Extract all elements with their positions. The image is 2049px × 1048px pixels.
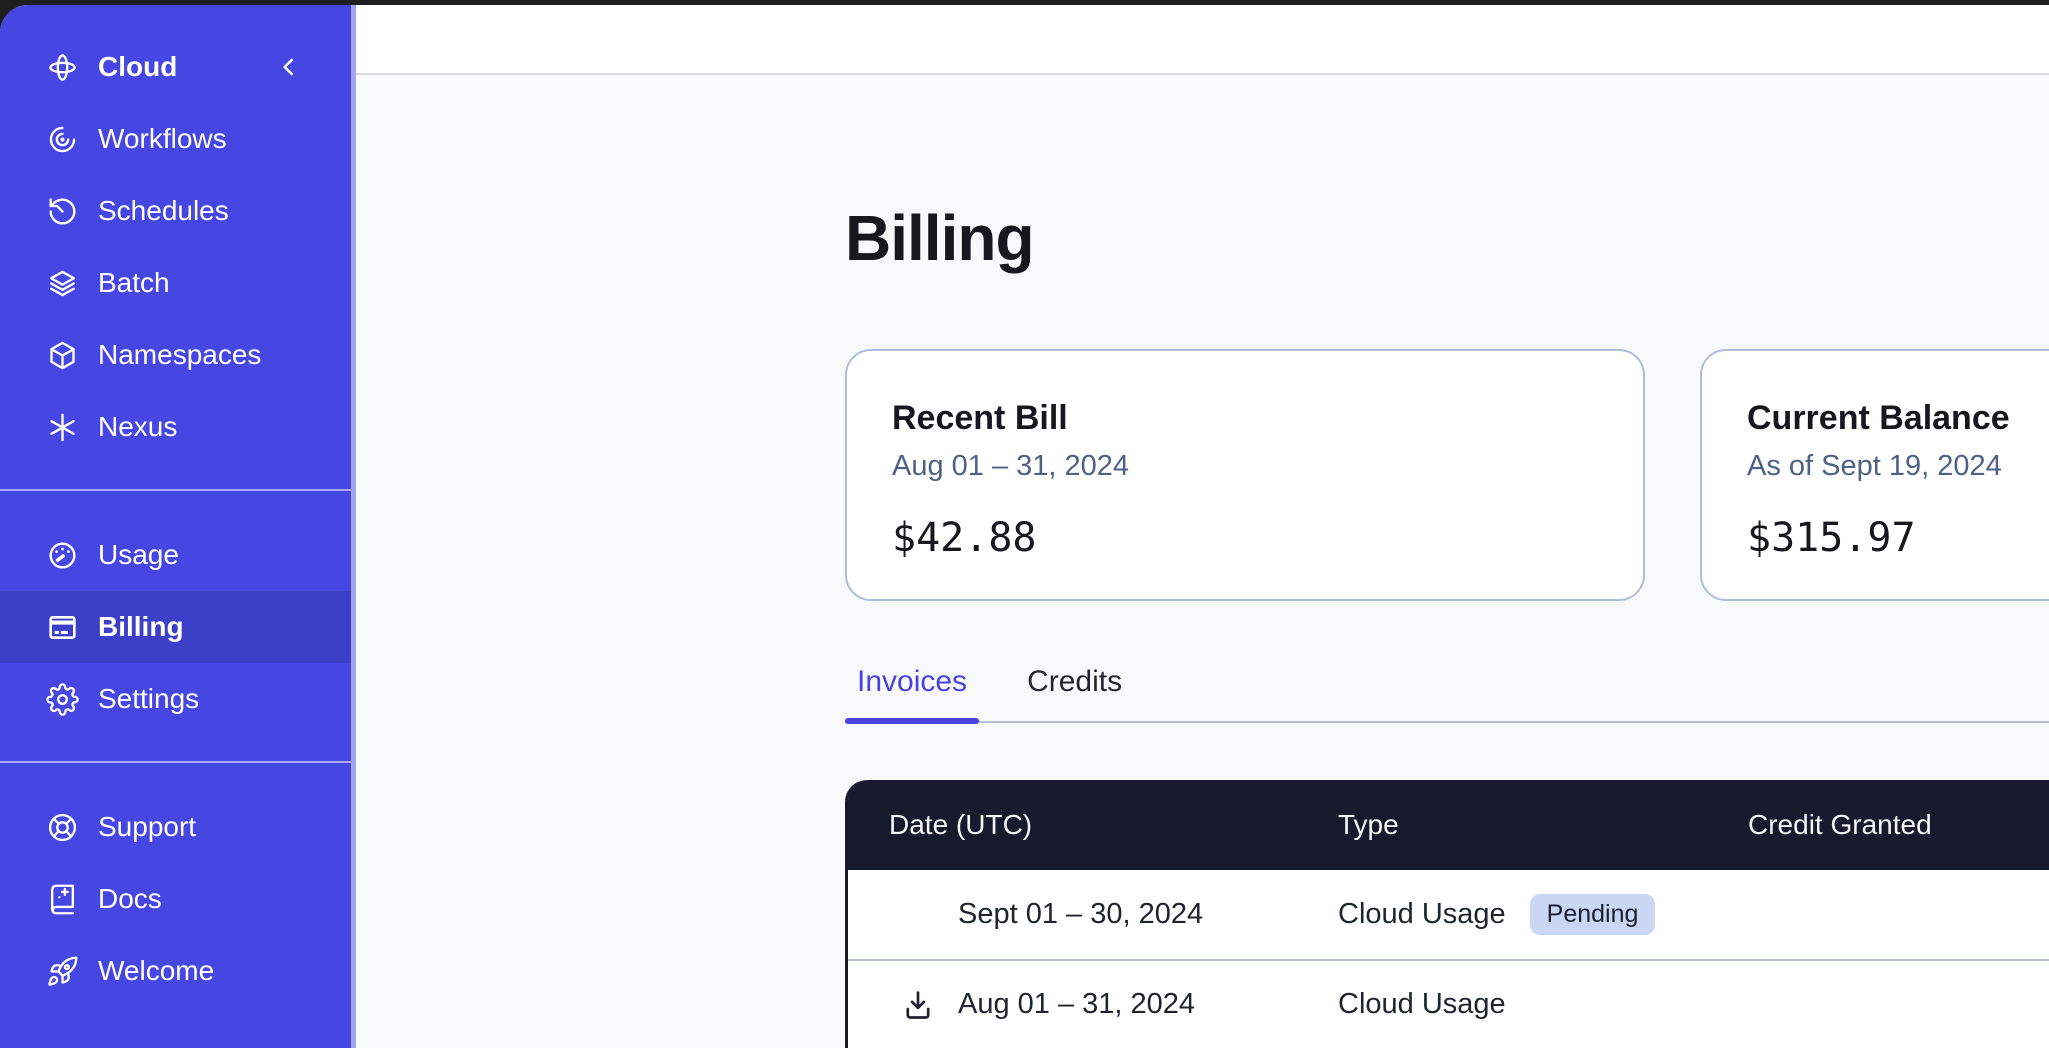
sidebar-item-label: Welcome	[98, 955, 214, 987]
main-area: Billing Recent Bill Aug 01 – 31, 2024 $4…	[356, 5, 2049, 1048]
card-date-range: As of Sept 19, 2024	[1747, 450, 2049, 483]
sidebar-item-label: Nexus	[98, 411, 177, 443]
invoice-date: Sept 01 – 30, 2024	[958, 898, 1203, 931]
docs-icon	[46, 883, 79, 916]
sidebar-divider	[0, 489, 351, 491]
welcome-icon	[46, 955, 79, 988]
current-balance-card: Current Balance As of Sept 19, 2024 $315…	[1700, 349, 2049, 601]
table-row: Aug 01 – 31, 2024 Cloud Usage	[848, 959, 2049, 1048]
sidebar-item-label: Support	[98, 811, 196, 843]
support-icon	[46, 811, 79, 844]
schedules-icon	[46, 195, 79, 228]
sidebar-item-cloud[interactable]: Cloud	[0, 31, 351, 103]
page-title: Billing	[845, 201, 2049, 275]
download-slot-empty	[900, 897, 936, 933]
sidebar-item-label: Usage	[98, 539, 179, 571]
card-title: Recent Bill	[892, 399, 1643, 438]
invoice-date: Aug 01 – 31, 2024	[958, 988, 1195, 1021]
nexus-icon	[46, 411, 79, 444]
app-window: Cloud Workflows Schedules Batch	[0, 5, 2049, 1048]
tab-credits[interactable]: Credits	[1015, 665, 1134, 721]
invoice-type-cell: Cloud Usage	[1298, 988, 1708, 1021]
sidebar-item-namespaces[interactable]: Namespaces	[0, 319, 351, 391]
table-header-row: Date (UTC) Type Credit Granted	[848, 780, 2049, 870]
usage-icon	[46, 539, 79, 572]
table-row: Sept 01 – 30, 2024 Cloud Usage Pending	[848, 870, 2049, 959]
billing-icon	[46, 611, 79, 644]
chevron-left-icon	[276, 54, 302, 80]
batch-icon	[46, 267, 79, 300]
sidebar-item-label: Workflows	[98, 123, 227, 155]
sidebar-collapse-button[interactable]	[269, 47, 309, 87]
sidebar-item-docs[interactable]: Docs	[0, 863, 351, 935]
sidebar-item-support[interactable]: Support	[0, 791, 351, 863]
sidebar-item-label: Billing	[98, 611, 184, 643]
invoice-type-cell: Cloud Usage Pending	[1298, 894, 1708, 935]
workflows-icon	[46, 123, 79, 156]
card-amount: $42.88	[892, 515, 1643, 561]
recent-bill-card: Recent Bill Aug 01 – 31, 2024 $42.88	[845, 349, 1645, 601]
download-icon[interactable]	[900, 987, 936, 1023]
sidebar-item-settings[interactable]: Settings	[0, 663, 351, 735]
invoice-type: Cloud Usage	[1338, 988, 1506, 1021]
sidebar-item-usage[interactable]: Usage	[0, 519, 351, 591]
sidebar-item-label: Namespaces	[98, 339, 261, 371]
billing-page: Billing Recent Bill Aug 01 – 31, 2024 $4…	[356, 75, 2049, 1048]
invoice-date-cell: Aug 01 – 31, 2024	[848, 987, 1298, 1023]
sidebar-item-workflows[interactable]: Workflows	[0, 103, 351, 175]
tab-invoices[interactable]: Invoices	[845, 665, 979, 721]
sidebar-divider	[0, 761, 351, 763]
settings-icon	[46, 683, 79, 716]
topbar	[356, 5, 2049, 75]
status-badge: Pending	[1530, 894, 1656, 935]
sidebar-item-billing[interactable]: Billing	[0, 591, 351, 663]
sidebar-item-label: Schedules	[98, 195, 229, 227]
namespaces-icon	[46, 339, 79, 372]
card-title: Current Balance	[1747, 399, 2049, 438]
card-date-range: Aug 01 – 31, 2024	[892, 450, 1643, 483]
sidebar-item-label: Batch	[98, 267, 170, 299]
invoices-table: Date (UTC) Type Credit Granted Sept 01 –…	[845, 780, 2049, 1048]
sidebar: Cloud Workflows Schedules Batch	[0, 5, 356, 1048]
column-header-credit-granted: Credit Granted	[1708, 809, 2049, 841]
column-header-type: Type	[1298, 809, 1708, 841]
invoice-date-cell: Sept 01 – 30, 2024	[848, 897, 1298, 933]
temporal-logo-icon	[46, 51, 79, 84]
sidebar-item-label: Docs	[98, 883, 162, 915]
brand-label: Cloud	[98, 51, 177, 83]
column-header-date: Date (UTC)	[848, 809, 1298, 841]
sidebar-item-batch[interactable]: Batch	[0, 247, 351, 319]
sidebar-item-welcome[interactable]: Welcome	[0, 935, 351, 1007]
card-amount: $315.97	[1747, 515, 2049, 561]
sidebar-item-label: Settings	[98, 683, 199, 715]
sidebar-item-nexus[interactable]: Nexus	[0, 391, 351, 463]
invoice-type: Cloud Usage	[1338, 898, 1506, 931]
summary-cards: Recent Bill Aug 01 – 31, 2024 $42.88 Cur…	[845, 349, 2049, 601]
sidebar-item-schedules[interactable]: Schedules	[0, 175, 351, 247]
billing-tabs: Invoices Credits	[845, 665, 2049, 723]
